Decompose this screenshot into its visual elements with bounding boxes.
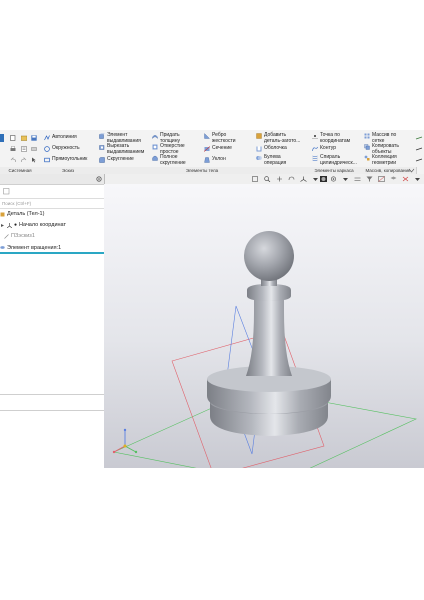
- zoom-icon[interactable]: [264, 176, 271, 182]
- fillet-icon: [99, 157, 105, 163]
- revolve-icon: [0, 246, 5, 249]
- redo-icon[interactable]: [21, 157, 27, 163]
- shell-icon: [256, 146, 262, 152]
- thicken-icon: [152, 135, 158, 139]
- tree-panel-header: [0, 174, 104, 185]
- copy-objects-icon: [364, 144, 370, 150]
- undo-icon[interactable]: [10, 157, 16, 163]
- rib-icon: [204, 133, 210, 139]
- collar-ring: [247, 284, 291, 301]
- measure-icon[interactable]: [31, 146, 37, 152]
- point-icon: [312, 135, 318, 139]
- panel-splitter[interactable]: [0, 394, 104, 395]
- cut-extrude-icon: [99, 145, 105, 150]
- divider: [0, 198, 104, 199]
- extrude-icon: [99, 133, 105, 139]
- new-file-icon[interactable]: [10, 135, 16, 141]
- shaded-display-icon[interactable]: [320, 176, 327, 182]
- add-part-icon: [256, 133, 262, 139]
- helix-button[interactable]: Спираль цилиндрическ...: [312, 154, 357, 166]
- contour-button[interactable]: Контур: [312, 145, 336, 152]
- bullet: ●: [14, 222, 18, 228]
- sketch-icon: [4, 233, 9, 239]
- dropdown-arrow-icon[interactable]: [312, 176, 319, 182]
- model-tree-panel: Поиск (Ctrl+F) Деталь (Тел-1) ● Начало к…: [0, 174, 105, 468]
- 3d-viewport[interactable]: [104, 184, 424, 468]
- hide-objects-icon[interactable]: [354, 176, 361, 182]
- expand-arrow-icon[interactable]: [0, 223, 6, 228]
- helix-icon: [312, 155, 318, 161]
- tree-item-revolve[interactable]: Элемент вращения:1: [0, 243, 104, 252]
- shell-button[interactable]: Оболочка: [256, 145, 287, 152]
- full-round-icon: [152, 155, 158, 161]
- head-ball: [244, 231, 294, 281]
- panel-splitter[interactable]: [0, 410, 104, 411]
- rotate-icon[interactable]: [288, 176, 295, 182]
- tree-item-origin[interactable]: ● Начало координат: [0, 222, 66, 228]
- point-by-coords-button[interactable]: Точка по координатам: [312, 132, 350, 144]
- polyline-button[interactable]: Автолиния: [44, 134, 77, 141]
- group-system: Системная: [0, 167, 41, 174]
- model-scene: [112, 231, 417, 468]
- tree-item-part[interactable]: Деталь (Тел-1): [0, 211, 44, 217]
- select-icon[interactable]: [31, 157, 37, 163]
- layers-icon[interactable]: [390, 176, 397, 182]
- origin-icon: [7, 222, 12, 228]
- group-frame-elements: Элементы каркаса: [308, 167, 361, 174]
- contour-icon: [312, 146, 318, 152]
- section-icon: [204, 146, 210, 152]
- axis-view-icon[interactable]: [300, 176, 307, 182]
- part-icon: [0, 212, 5, 216]
- stem: [246, 296, 292, 376]
- dropdown-arrow-icon[interactable]: [342, 176, 349, 182]
- geometry-collection-button[interactable]: Коллекция геометрии: [364, 154, 397, 166]
- section-button[interactable]: Сечение: [204, 145, 232, 152]
- save-icon[interactable]: [31, 135, 37, 141]
- rectangle-button[interactable]: Прямоугольник: [44, 156, 87, 163]
- ribbon: Автолиния Окружность Прямоугольник Элеме…: [0, 130, 424, 175]
- full-round-button[interactable]: Полное скругление: [152, 154, 186, 166]
- filter-icon[interactable]: [366, 176, 373, 182]
- add-part-button[interactable]: Добавить деталь-загото...: [256, 132, 300, 144]
- properties-icon[interactable]: [21, 146, 27, 152]
- fillet-button[interactable]: Скругление: [99, 156, 134, 163]
- boolean-icon: [256, 156, 262, 160]
- cut-extrude-button[interactable]: Вырезать выдавливанием: [99, 143, 144, 155]
- tree-search-input[interactable]: Поиск (Ctrl+F): [0, 200, 102, 207]
- coordinate-triad: [112, 428, 138, 454]
- orientation-icon[interactable]: [252, 176, 259, 182]
- kompas-3d-window: Автолиния Окружность Прямоугольник Элеме…: [0, 130, 424, 468]
- gear-icon[interactable]: [96, 176, 102, 182]
- circle-icon: [44, 146, 50, 152]
- draft-icon: [204, 157, 210, 163]
- boolean-button[interactable]: Булева операция: [256, 154, 286, 166]
- pan-icon[interactable]: [276, 176, 283, 182]
- dropdown-arrow-icon[interactable]: [414, 176, 421, 182]
- grid-array-icon: [364, 133, 370, 139]
- expand-icon[interactable]: [408, 167, 415, 174]
- tree-item-sketch[interactable]: ПЗэскиз1: [4, 233, 35, 239]
- rectangle-icon: [44, 157, 50, 163]
- group-sketch: Эскиз: [40, 167, 97, 174]
- hole-icon: [152, 144, 158, 150]
- snap-icon[interactable]: [402, 176, 409, 182]
- more-tools-icon[interactable]: [415, 136, 423, 166]
- geometry-collection-icon: [364, 155, 370, 161]
- selection-underline: [0, 252, 104, 254]
- tree-view-icon[interactable]: [3, 188, 10, 195]
- open-folder-icon[interactable]: [21, 135, 27, 141]
- display-mode-icon[interactable]: [330, 176, 337, 182]
- circle-button[interactable]: Окружность: [44, 145, 80, 152]
- print-icon[interactable]: [10, 146, 16, 152]
- divider: [0, 208, 104, 209]
- rib-button[interactable]: Ребро жесткости: [204, 132, 236, 144]
- section-view-icon[interactable]: [378, 176, 385, 182]
- group-body-elements: Элементы тела: [96, 167, 309, 174]
- draft-button[interactable]: Уклон: [204, 156, 226, 163]
- polyline-icon: [44, 135, 50, 141]
- app-menu-icon[interactable]: [0, 134, 4, 142]
